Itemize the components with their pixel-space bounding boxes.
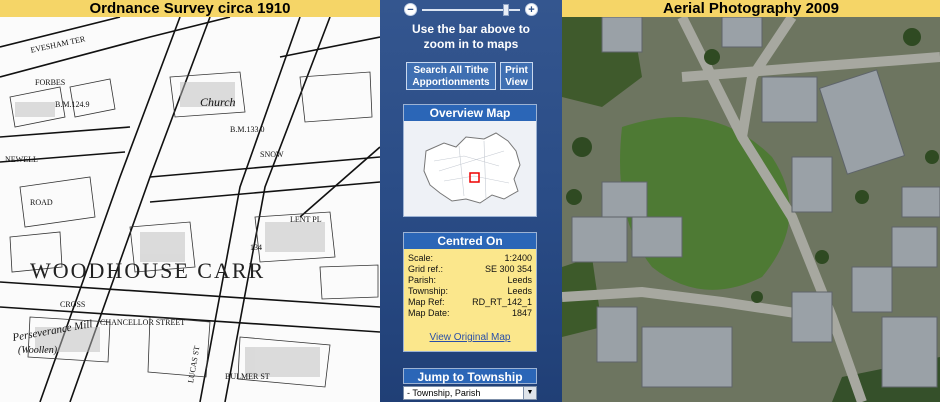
print-label-2: View <box>505 77 528 88</box>
view-original-map-link[interactable]: View Original Map <box>404 332 536 343</box>
overview-map[interactable] <box>404 121 536 216</box>
township-select-value: - Township, Parish <box>407 388 481 398</box>
historic-map-panel[interactable]: Ordnance Survey circa 1910 EVESHAM TER B… <box>0 0 380 402</box>
historic-map-title: Ordnance Survey circa 1910 <box>0 0 380 17</box>
info-row-grid-ref: Grid ref.: SE 300 354 <box>404 264 536 275</box>
overview-map-title: Overview Map <box>404 105 536 121</box>
township-select[interactable]: - Township, Parish ▼ <box>403 386 537 400</box>
centred-on-title: Centred On <box>404 233 536 249</box>
search-tithe-label-2: Apportionments <box>412 77 490 88</box>
jump-to-township-title: Jump to Township <box>403 368 537 384</box>
info-label: Parish: <box>408 275 437 285</box>
info-row-township: Township: Leeds <box>404 286 536 297</box>
search-tithe-button[interactable]: Search All Tithe Apportionments <box>406 62 496 90</box>
info-value: Leeds <box>507 275 532 285</box>
zoom-slider[interactable]: − + <box>404 3 538 17</box>
info-label: Map Ref: <box>408 297 445 307</box>
historic-map-canvas[interactable] <box>0 17 380 402</box>
info-value: SE 300 354 <box>484 264 532 274</box>
centred-on-box: Centred On Scale: 1:2400 Grid ref.: SE 300… <box>403 232 537 352</box>
info-value: RD_RT_142_1 <box>472 297 532 307</box>
zoom-in-button[interactable]: + <box>525 3 538 16</box>
zoom-hint: Use the bar above to zoom in to maps <box>401 22 541 52</box>
jump-to-township: Jump to Township - Township, Parish ▼ <box>403 368 537 400</box>
info-row-map-ref: Map Ref: RD_RT_142_1 <box>404 297 536 308</box>
aerial-map-panel[interactable]: Aerial Photography 2009 <box>562 0 940 402</box>
zoom-hint-text: Use the bar above to zoom in to maps <box>411 22 531 51</box>
chevron-down-icon[interactable]: ▼ <box>523 387 536 399</box>
info-row-scale: Scale: 1:2400 <box>404 253 536 264</box>
print-label-1: Print <box>505 65 528 76</box>
info-label: Grid ref.: <box>408 264 444 274</box>
info-row-map-date: Map Date: 1847 <box>404 308 536 319</box>
zoom-thumb[interactable] <box>502 4 509 16</box>
overview-map-box: Overview Map <box>403 104 537 217</box>
zoom-out-button[interactable]: − <box>404 3 417 16</box>
centred-info-table: Scale: 1:2400 Grid ref.: SE 300 354 Parish… <box>404 249 536 319</box>
info-value: 1:2400 <box>504 253 532 263</box>
info-value: 1847 <box>511 308 532 318</box>
info-row-parish: Parish: Leeds <box>404 275 536 286</box>
control-panel: − + Use the bar above to zoom in to maps… <box>380 0 562 402</box>
aerial-map-canvas[interactable] <box>562 17 940 402</box>
aerial-map-title: Aerial Photography 2009 <box>562 0 940 17</box>
print-view-button[interactable]: Print View <box>500 62 533 90</box>
info-label: Township: <box>408 286 449 296</box>
info-label: Map Date: <box>408 308 450 318</box>
search-tithe-label-1: Search All Tithe <box>413 65 489 76</box>
info-value: Leeds <box>507 286 532 296</box>
info-label: Scale: <box>408 253 434 263</box>
